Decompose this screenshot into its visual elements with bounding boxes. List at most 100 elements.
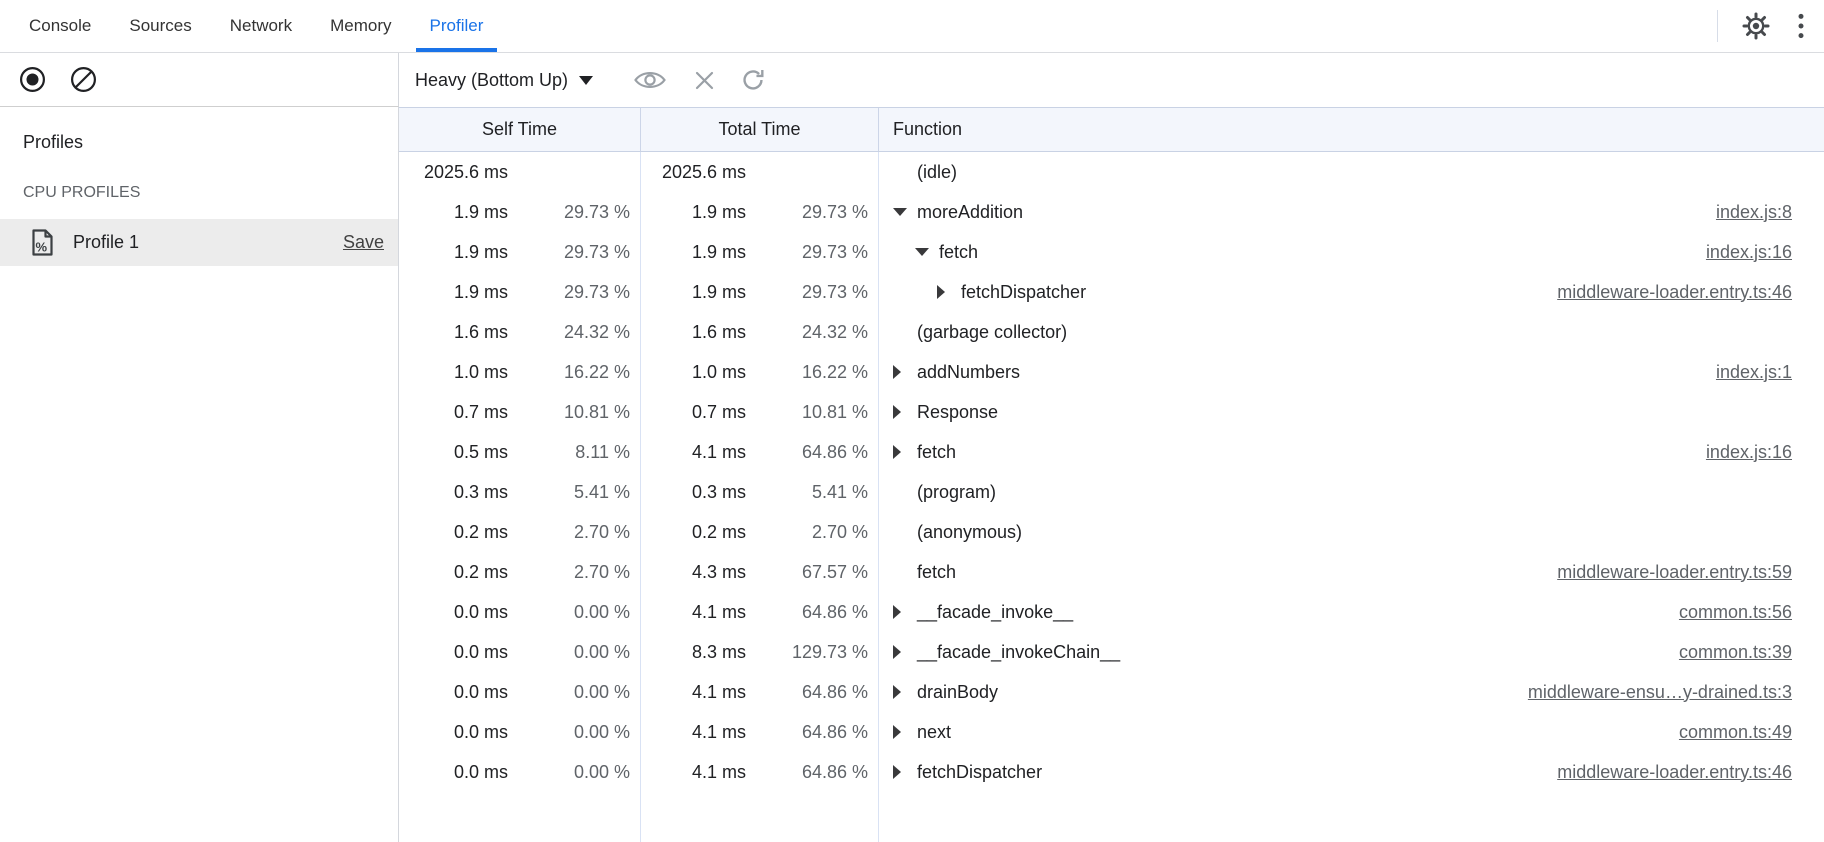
devtools-tabbar: Console Sources Network Memory Profiler bbox=[0, 0, 1824, 53]
self-time-ms: 0.2 ms bbox=[399, 562, 508, 583]
twisty-collapsed-icon[interactable] bbox=[893, 645, 917, 659]
total-time-cell: 4.1 ms 64.86 % bbox=[641, 672, 879, 712]
function-name: (anonymous) bbox=[917, 522, 1022, 543]
twisty-collapsed-icon[interactable] bbox=[893, 365, 917, 379]
tab-memory[interactable]: Memory bbox=[316, 0, 405, 52]
self-time-cell: 1.9 ms 29.73 % bbox=[399, 272, 641, 312]
source-location-link[interactable]: middleware-loader.entry.ts:59 bbox=[1557, 562, 1824, 583]
twisty-collapsed-icon[interactable] bbox=[893, 765, 917, 779]
source-location-link[interactable]: common.ts:56 bbox=[1679, 602, 1824, 623]
table-row[interactable]: 1.6 ms 24.32 % 1.6 ms 24.32 % (garbage c… bbox=[399, 312, 1824, 352]
total-time-percent: 29.73 % bbox=[746, 242, 878, 263]
tab-label: Network bbox=[230, 16, 292, 36]
twisty-collapsed-icon[interactable] bbox=[893, 725, 917, 739]
twisty-expanded-icon[interactable] bbox=[915, 248, 939, 256]
total-time-ms: 1.9 ms bbox=[641, 202, 746, 223]
refresh-icon bbox=[740, 67, 766, 93]
table-row[interactable]: 0.0 ms 0.00 % 4.1 ms 64.86 % fetchDispat… bbox=[399, 752, 1824, 792]
tab-sources[interactable]: Sources bbox=[115, 0, 205, 52]
twisty-collapsed-icon[interactable] bbox=[937, 285, 961, 299]
self-time-percent: 10.81 % bbox=[508, 402, 640, 423]
self-time-ms: 0.0 ms bbox=[399, 602, 508, 623]
table-row[interactable]: 2025.6 ms 2025.6 ms (idle) bbox=[399, 152, 1824, 192]
self-time-ms: 1.9 ms bbox=[399, 242, 508, 263]
settings-button[interactable] bbox=[1742, 12, 1770, 40]
function-name: Response bbox=[917, 402, 998, 423]
grid-body: 2025.6 ms 2025.6 ms (idle) 1.9 ms 29.73 … bbox=[399, 152, 1824, 842]
save-profile-link[interactable]: Save bbox=[343, 232, 384, 253]
function-cell: Response bbox=[879, 392, 1824, 432]
main-area: Profiles CPU PROFILES % Profile 1 Save S… bbox=[0, 107, 1824, 842]
table-row[interactable]: 0.2 ms 2.70 % 4.3 ms 67.57 % fetch middl… bbox=[399, 552, 1824, 592]
tab-label: Memory bbox=[330, 16, 391, 36]
total-time-cell: 4.1 ms 64.86 % bbox=[641, 592, 879, 632]
record-button[interactable] bbox=[19, 66, 46, 93]
table-row[interactable]: 0.0 ms 0.00 % 4.1 ms 64.86 % next common… bbox=[399, 712, 1824, 752]
tab-console[interactable]: Console bbox=[15, 0, 105, 52]
column-header-function[interactable]: Function bbox=[879, 108, 1824, 151]
column-header-total-time[interactable]: Total Time bbox=[641, 108, 879, 151]
focus-selected-button[interactable] bbox=[633, 68, 667, 92]
column-header-self-time[interactable]: Self Time bbox=[399, 108, 641, 151]
total-time-percent: 10.81 % bbox=[746, 402, 878, 423]
self-time-ms: 0.7 ms bbox=[399, 402, 508, 423]
profile-list-item[interactable]: % Profile 1 Save bbox=[0, 219, 398, 266]
table-row[interactable]: 0.0 ms 0.00 % 8.3 ms 129.73 % __facade_i… bbox=[399, 632, 1824, 672]
table-row[interactable]: 1.9 ms 29.73 % 1.9 ms 29.73 % fetchDispa… bbox=[399, 272, 1824, 312]
source-location-link[interactable]: index.js:16 bbox=[1706, 442, 1824, 463]
twisty-collapsed-icon[interactable] bbox=[893, 685, 917, 699]
tab-profiler[interactable]: Profiler bbox=[416, 0, 498, 52]
table-row[interactable]: 1.9 ms 29.73 % 1.9 ms 29.73 % moreAdditi… bbox=[399, 192, 1824, 232]
source-location-link[interactable]: middleware-ensu…y-drained.ts:3 bbox=[1528, 682, 1824, 703]
self-time-ms: 1.9 ms bbox=[399, 202, 508, 223]
clear-profiles-button[interactable] bbox=[70, 66, 97, 93]
self-time-percent: 2.70 % bbox=[508, 522, 640, 543]
function-cell: fetch middleware-loader.entry.ts:59 bbox=[879, 552, 1824, 592]
table-row[interactable]: 0.3 ms 5.41 % 0.3 ms 5.41 % (program) bbox=[399, 472, 1824, 512]
table-row[interactable]: 0.0 ms 0.00 % 4.1 ms 64.86 % drainBody m… bbox=[399, 672, 1824, 712]
total-time-ms: 1.9 ms bbox=[641, 282, 746, 303]
self-time-cell: 0.0 ms 0.00 % bbox=[399, 592, 641, 632]
table-row[interactable]: 1.0 ms 16.22 % 1.0 ms 16.22 % addNumbers… bbox=[399, 352, 1824, 392]
twisty-collapsed-icon[interactable] bbox=[893, 445, 917, 459]
profiles-heading: Profiles bbox=[0, 107, 398, 153]
total-time-cell: 4.3 ms 67.57 % bbox=[641, 552, 879, 592]
source-location-link[interactable]: common.ts:49 bbox=[1679, 722, 1824, 743]
view-mode-select[interactable]: Heavy (Bottom Up) bbox=[415, 70, 593, 91]
restore-all-button[interactable] bbox=[740, 67, 766, 93]
table-row[interactable]: 0.2 ms 2.70 % 0.2 ms 2.70 % (anonymous) bbox=[399, 512, 1824, 552]
table-row[interactable]: 0.0 ms 0.00 % 4.1 ms 64.86 % __facade_in… bbox=[399, 592, 1824, 632]
self-time-ms: 0.0 ms bbox=[399, 642, 508, 663]
table-row[interactable]: 0.7 ms 10.81 % 0.7 ms 10.81 % Response bbox=[399, 392, 1824, 432]
source-location-link[interactable]: index.js:8 bbox=[1716, 202, 1824, 223]
total-time-ms: 2025.6 ms bbox=[641, 162, 746, 183]
tab-label: Profiler bbox=[430, 16, 484, 36]
exclude-selected-button[interactable] bbox=[693, 69, 716, 92]
more-options-button[interactable] bbox=[1798, 13, 1804, 39]
eye-icon bbox=[633, 68, 667, 92]
twisty-collapsed-icon[interactable] bbox=[893, 405, 917, 419]
self-time-percent: 5.41 % bbox=[508, 482, 640, 503]
twisty-collapsed-icon[interactable] bbox=[893, 605, 917, 619]
total-time-percent: 5.41 % bbox=[746, 482, 878, 503]
total-time-percent: 64.86 % bbox=[746, 682, 878, 703]
self-time-cell: 0.7 ms 10.81 % bbox=[399, 392, 641, 432]
table-row[interactable]: 1.9 ms 29.73 % 1.9 ms 29.73 % fetch inde… bbox=[399, 232, 1824, 272]
total-time-cell: 8.3 ms 129.73 % bbox=[641, 632, 879, 672]
total-time-ms: 8.3 ms bbox=[641, 642, 746, 663]
source-location-link[interactable]: middleware-loader.entry.ts:46 bbox=[1557, 282, 1824, 303]
self-time-percent: 29.73 % bbox=[508, 202, 640, 223]
total-time-cell: 2025.6 ms bbox=[641, 152, 879, 192]
source-location-link[interactable]: index.js:16 bbox=[1706, 242, 1824, 263]
grid-filler-self bbox=[399, 792, 641, 842]
source-location-link[interactable]: index.js:1 bbox=[1716, 362, 1824, 383]
table-row[interactable]: 0.5 ms 8.11 % 4.1 ms 64.86 % fetch index… bbox=[399, 432, 1824, 472]
self-time-ms: 0.2 ms bbox=[399, 522, 508, 543]
tab-network[interactable]: Network bbox=[216, 0, 306, 52]
total-time-percent: 64.86 % bbox=[746, 602, 878, 623]
source-location-link[interactable]: common.ts:39 bbox=[1679, 642, 1824, 663]
self-time-percent: 0.00 % bbox=[508, 762, 640, 783]
function-cell: __facade_invoke__ common.ts:56 bbox=[879, 592, 1824, 632]
source-location-link[interactable]: middleware-loader.entry.ts:46 bbox=[1557, 762, 1824, 783]
twisty-expanded-icon[interactable] bbox=[893, 208, 917, 216]
